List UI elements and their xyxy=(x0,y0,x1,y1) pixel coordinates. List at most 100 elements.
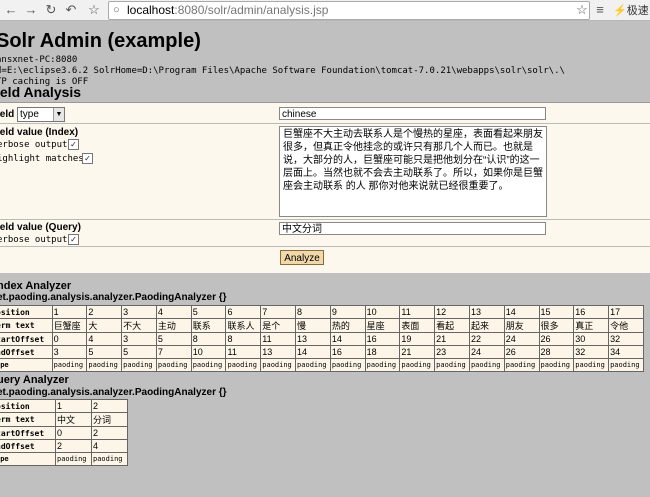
token-cell: 星座 xyxy=(364,318,401,333)
token-cell: 很多 xyxy=(538,318,575,333)
table-row: tartOffset 0 4 3 5 8 8 11 13 14 16 19 21… xyxy=(0,332,644,346)
reload-icon[interactable]: ↻ xyxy=(43,2,59,18)
token-cell: 5 xyxy=(86,345,123,359)
token-cell: 26 xyxy=(503,345,540,359)
highlight-checkbox[interactable]: ✓ xyxy=(82,153,93,164)
undo-icon[interactable]: ↶ xyxy=(63,2,79,18)
bookmark-star-icon[interactable]: ☆ xyxy=(86,2,102,18)
back-icon[interactable]: ← xyxy=(3,2,19,18)
row-label-start: tartOffset xyxy=(0,426,56,440)
token-cell: 5 xyxy=(190,305,227,319)
menu-icon[interactable]: ≡ xyxy=(592,2,608,18)
query-value-input[interactable]: 中文分词 xyxy=(279,222,546,235)
index-verbose-checkbox[interactable]: ✓ xyxy=(68,139,79,150)
row-label-term: erm text xyxy=(0,318,53,333)
token-cell: 21 xyxy=(399,345,436,359)
star-icon[interactable]: ☆ xyxy=(574,2,590,18)
query-token-table: osition 1 2 erm text 中文 分词 tartOffset 0 … xyxy=(0,399,128,466)
token-cell: paoding xyxy=(608,358,644,372)
token-cell: 3 xyxy=(121,332,157,346)
index-analyzer-class: et.paoding.analysis.analyzer.PaodingAnal… xyxy=(0,292,227,303)
token-cell: 30 xyxy=(573,332,610,346)
row-label-start: tartOffset xyxy=(0,332,53,346)
row-label-end: ndOffset xyxy=(0,439,56,453)
token-cell: 14 xyxy=(295,345,331,359)
forward-icon[interactable]: → xyxy=(23,2,39,18)
token-cell: 8 xyxy=(295,305,331,319)
analysis-form: ield type ▼ chinese ield value (Index) e… xyxy=(0,102,650,273)
speed-mode-button[interactable]: ⚡极速 xyxy=(613,2,649,18)
token-cell: 16 xyxy=(573,305,610,319)
token-cell: 联系人 xyxy=(225,318,262,333)
token-cell: 巨蟹座 xyxy=(51,318,88,333)
address-bar[interactable]: ○ localhost:8080/solr/admin/analysis.jsp xyxy=(108,1,590,20)
table-row: osition 1 2 xyxy=(0,399,128,413)
token-cell: 联系 xyxy=(190,318,227,333)
token-cell: 13 xyxy=(468,305,505,319)
token-cell: 4 xyxy=(155,305,192,319)
token-cell: paoding xyxy=(399,358,436,372)
token-cell: 大 xyxy=(86,318,123,333)
row-label-type: ype xyxy=(0,452,56,466)
query-value-label: ield value (Query) xyxy=(0,222,81,233)
token-cell: paoding xyxy=(155,358,192,372)
token-cell: 11 xyxy=(260,332,297,346)
speed-label: 极速 xyxy=(626,5,649,17)
token-cell: paoding xyxy=(86,358,123,372)
index-token-table: osition 1 2 3 4 5 6 7 8 9 10 11 12 13 14… xyxy=(0,305,644,372)
token-cell: 22 xyxy=(468,332,505,346)
token-cell: 2 xyxy=(91,399,128,413)
token-cell: paoding xyxy=(91,452,128,466)
index-analyzer-heading: ndex Analyzer xyxy=(0,280,72,292)
divider xyxy=(0,246,650,247)
row-label-position: osition xyxy=(0,399,56,413)
analyze-button[interactable]: Analyze xyxy=(280,250,324,265)
token-cell: 4 xyxy=(86,332,123,346)
token-cell: 26 xyxy=(538,332,575,346)
token-cell: 5 xyxy=(155,332,192,346)
token-cell: 表面 xyxy=(399,318,436,333)
table-row: ndOffset 2 4 xyxy=(0,439,128,453)
token-cell: 7 xyxy=(260,305,297,319)
token-cell: paoding xyxy=(121,358,157,372)
token-cell: 2 xyxy=(55,439,92,453)
token-cell: 3 xyxy=(121,305,157,319)
token-cell: paoding xyxy=(190,358,227,372)
token-cell: 23 xyxy=(434,345,470,359)
divider xyxy=(0,219,650,220)
token-cell: 10 xyxy=(190,345,227,359)
table-row: ndOffset 3 5 5 7 10 11 13 14 16 18 21 23… xyxy=(0,345,644,359)
token-cell: 34 xyxy=(608,345,644,359)
token-cell: 16 xyxy=(329,345,366,359)
token-cell: paoding xyxy=(51,358,88,372)
token-cell: 1 xyxy=(55,399,92,413)
field-name-input[interactable]: chinese xyxy=(279,107,546,120)
token-cell: paoding xyxy=(329,358,366,372)
token-cell: 起来 xyxy=(468,318,505,333)
token-cell: 14 xyxy=(503,305,540,319)
index-value-textarea[interactable]: 巨蟹座不大主动去联系人是个慢热的星座，表面看起来朋友很多，但真正令他挂念的或许只… xyxy=(279,126,547,217)
browser-toolbar: ← → ↻ ↶ ☆ ○ localhost:8080/solr/admin/an… xyxy=(0,0,650,21)
token-cell: 8 xyxy=(225,332,262,346)
token-cell: 24 xyxy=(503,332,540,346)
field-type-select[interactable]: type ▼ xyxy=(17,107,65,122)
token-cell: 4 xyxy=(91,439,128,453)
section-title: ield Analysis xyxy=(0,84,82,100)
token-cell: 32 xyxy=(573,345,610,359)
query-verbose-label: erbose output xyxy=(0,235,68,245)
token-cell: 0 xyxy=(51,332,88,346)
token-cell: 朋友 xyxy=(503,318,540,333)
token-cell: 主动 xyxy=(155,318,192,333)
token-cell: 真正 xyxy=(573,318,610,333)
table-row: tartOffset 0 2 xyxy=(0,426,128,440)
token-cell: 14 xyxy=(329,332,366,346)
query-verbose-checkbox[interactable]: ✓ xyxy=(68,234,79,245)
row-label-term: erm text xyxy=(0,412,56,427)
row-label-position: osition xyxy=(0,305,53,319)
token-cell: 24 xyxy=(468,345,505,359)
cwd-info: d=E:\eclipse3.6.2 SolrHome=D:\Program Fi… xyxy=(0,66,565,76)
token-cell: paoding xyxy=(295,358,331,372)
token-cell: 11 xyxy=(399,305,436,319)
token-cell: 10 xyxy=(364,305,401,319)
token-cell: 不大 xyxy=(121,318,157,333)
